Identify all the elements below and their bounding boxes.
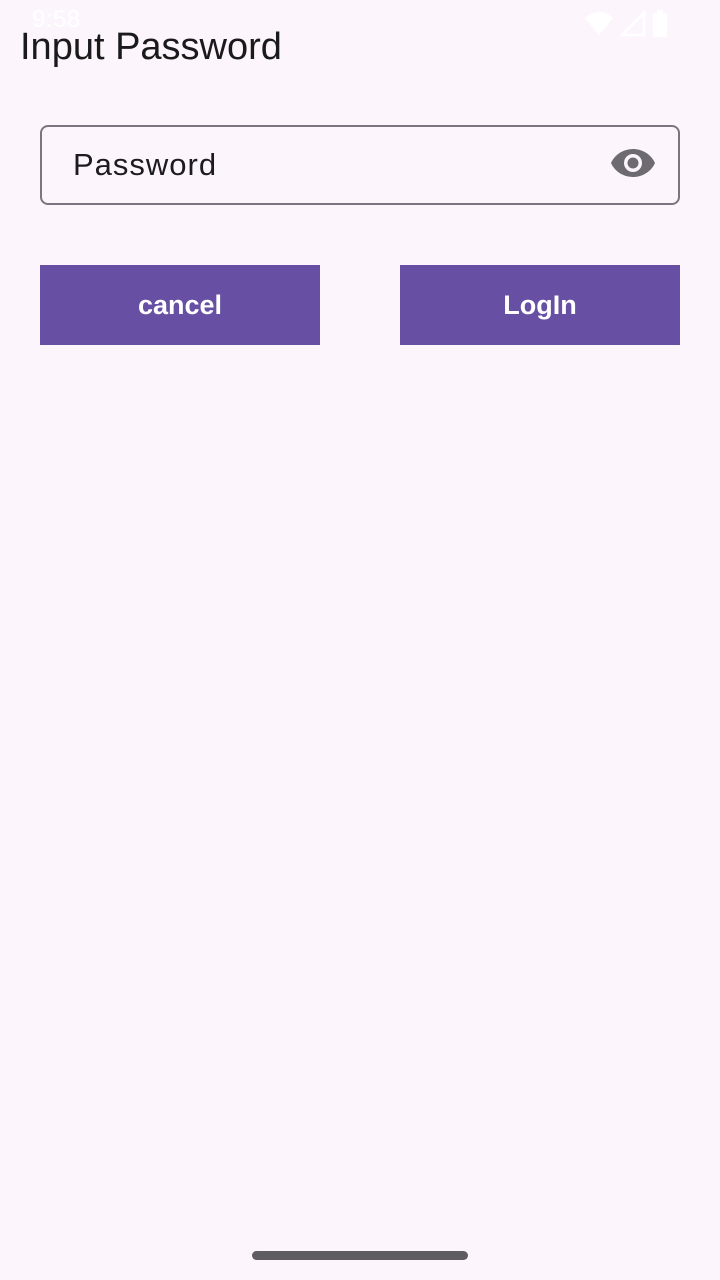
cancel-button[interactable]: cancel xyxy=(40,265,320,345)
battery-icon xyxy=(652,10,668,38)
cellular-signal-icon xyxy=(620,11,646,37)
password-field[interactable]: Password xyxy=(40,125,680,205)
password-visibility-toggle[interactable] xyxy=(610,145,656,185)
gesture-navigation-handle[interactable] xyxy=(252,1251,468,1260)
status-icons xyxy=(584,10,668,38)
eye-icon xyxy=(610,147,656,184)
password-placeholder: Password xyxy=(73,147,218,182)
login-button[interactable]: LogIn xyxy=(400,265,680,345)
wifi-icon xyxy=(584,11,614,37)
page-title: Input Password xyxy=(20,26,282,68)
